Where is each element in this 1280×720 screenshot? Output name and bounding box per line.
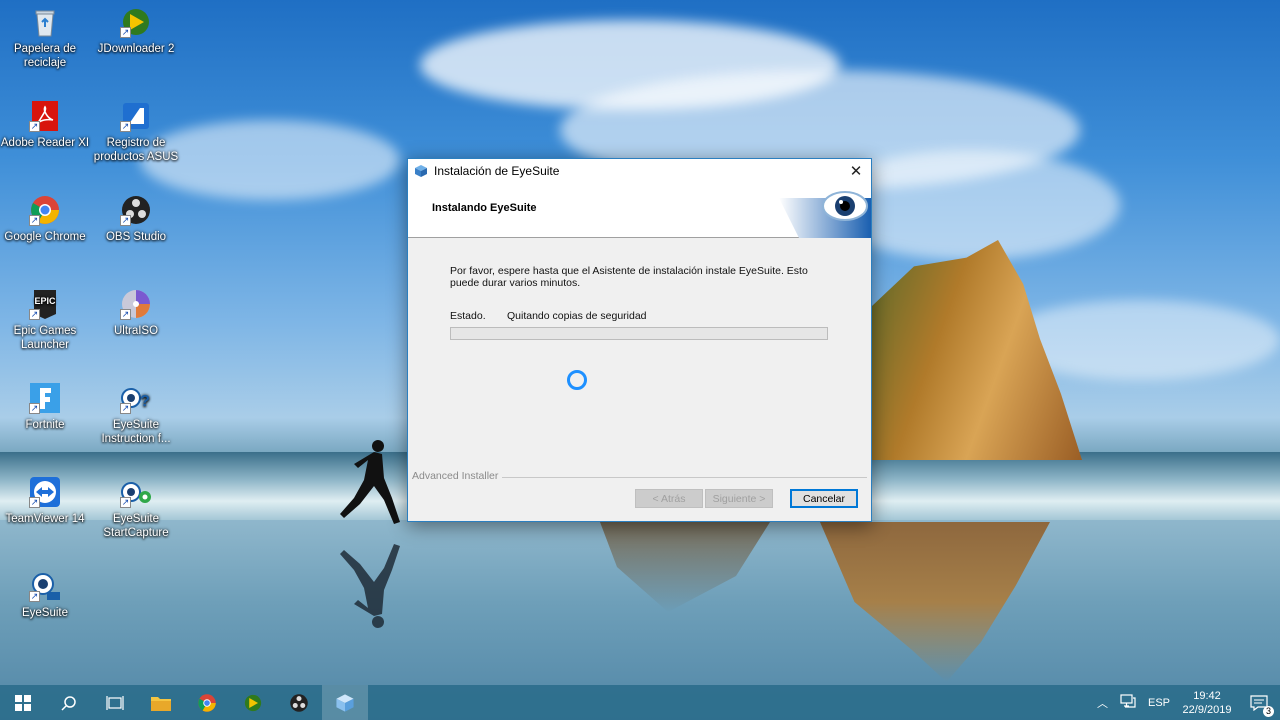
desktop-icon-teamviewer[interactable]: ↗ TeamViewer 14 [0,476,90,526]
fortnite-icon: ↗ [29,382,61,414]
status-label: Estado. [450,310,486,322]
desktop-icon-eyesuite-instruction[interactable]: ? ↗ EyeSuite Instruction f... [91,382,181,446]
desktop-icon-chrome[interactable]: ↗ Google Chrome [0,194,90,244]
cancel-button[interactable]: Cancelar [790,489,858,508]
dialog-title: Instalación de EyeSuite [434,164,560,178]
desktop-icon-label: Registro de productos ASUS [93,137,179,163]
taskbar-jdownloader[interactable] [230,685,276,720]
taskbar-installer[interactable] [322,685,368,720]
header-title: Instalando EyeSuite [432,202,537,214]
clock-time: 19:42 [1193,689,1221,702]
svg-text:EPIC: EPIC [34,296,56,306]
desktop-icon-label: Papelera de reciclaje [13,43,77,69]
dialog-header: Instalando EyeSuite [408,183,871,238]
obs-icon [290,693,308,712]
eyesuite-logo-icon [779,191,871,238]
notification-count: 3 [1263,705,1274,717]
desktop-icon-label: Fortnite [25,419,65,431]
desktop-icon-eyesuite-startcapture[interactable]: ↗ EyeSuite StartCapture [91,476,181,540]
desktop-icon-fortnite[interactable]: ↗ Fortnite [0,382,90,432]
jdownloader-icon: ↗ [120,6,152,38]
desktop-icon-obs[interactable]: ↗ OBS Studio [91,194,181,244]
eyesuite-help-icon: ? ↗ [120,382,152,414]
taskbar-file-explorer[interactable] [138,685,184,720]
taskbar-chrome[interactable] [184,685,230,720]
desktop-icon-label: OBS Studio [105,231,167,243]
start-button[interactable] [0,685,46,720]
installer-icon [415,165,427,177]
clock-date: 22/9/2019 [1182,703,1232,716]
teamviewer-icon: ↗ [29,476,61,508]
install-description: Por favor, espere hasta que el Asistente… [450,265,808,289]
epic-games-icon: EPIC ↗ [29,288,61,320]
dialog-titlebar[interactable]: Instalación de EyeSuite ✕ [408,159,871,183]
search-icon [61,695,76,711]
file-explorer-icon [151,696,171,711]
task-view-button[interactable] [92,685,138,720]
brand-label: Advanced Installer [412,470,503,482]
eyesuite-capture-icon: ↗ [120,476,152,508]
desktop-icon-label: EyeSuite [21,607,69,619]
desktop-icon-label: EyeSuite Instruction f... [101,419,171,445]
close-icon[interactable]: ✕ [841,159,871,183]
language-indicator[interactable]: ESP [1142,697,1176,709]
jdownloader-icon [244,694,262,711]
task-view-icon [106,695,124,710]
desktop-icon-label: EyeSuite StartCapture [103,513,169,539]
ultraiso-icon: ↗ [120,288,152,320]
desktop-icon-jdownloader[interactable]: ↗ JDownloader 2 [91,6,181,56]
adobe-reader-icon: ↗ [29,100,61,132]
taskbar: ︿ ESP 19:42 22/9/2019 3 [0,685,1280,720]
search-button[interactable] [46,685,92,720]
obs-icon: ↗ [120,194,152,226]
desktop-icon-asus-registration[interactable]: ↗ Registro de productos ASUS [91,100,181,164]
chrome-icon [198,693,216,712]
runner-silhouette [340,440,400,524]
desktop-icon-label: Adobe Reader XI [0,137,90,149]
progress-bar [450,327,828,340]
recycle-bin-icon [29,6,61,38]
desktop-icon-epic-games[interactable]: EPIC ↗ Epic Games Launcher [0,288,90,352]
installer-icon [336,693,354,712]
taskbar-obs[interactable] [276,685,322,720]
desktop-icon-label: JDownloader 2 [97,43,175,55]
status-value: Quitando copias de seguridad [507,310,647,322]
desktop-icon-label: Epic Games Launcher [13,325,77,351]
next-button[interactable]: Siguiente > [705,489,773,508]
start-icon [15,694,31,711]
notification-center[interactable]: 3 [1238,694,1280,717]
runner-reflection [340,544,400,628]
network-icon[interactable] [1114,694,1142,711]
desktop-icon-recycle-bin[interactable]: Papelera de reciclaje [0,6,90,70]
system-tray: ︿ ESP 19:42 22/9/2019 3 [1091,685,1280,720]
busy-spinner-icon [567,370,587,390]
svg-text:?: ? [140,393,150,410]
asus-registration-icon: ↗ [120,100,152,132]
desktop-icon-ultraiso[interactable]: ↗ UltraISO [91,288,181,338]
desktop-icon-eyesuite[interactable]: ↗ EyeSuite [0,570,90,620]
desktop-icon-adobe-reader[interactable]: ↗ Adobe Reader XI [0,100,90,150]
desktop-icon-label: TeamViewer 14 [5,513,85,525]
desktop-icon-label: Google Chrome [4,231,86,243]
chrome-icon: ↗ [29,194,61,226]
chevron-up-icon[interactable]: ︿ [1091,695,1114,711]
eyesuite-icon: ↗ [29,570,61,602]
desktop-icon-label: UltraISO [113,325,159,337]
clock[interactable]: 19:42 22/9/2019 [1176,689,1238,717]
installer-dialog: Instalación de EyeSuite ✕ Instalando Eye… [407,158,872,522]
back-button[interactable]: < Atrás [635,489,703,508]
